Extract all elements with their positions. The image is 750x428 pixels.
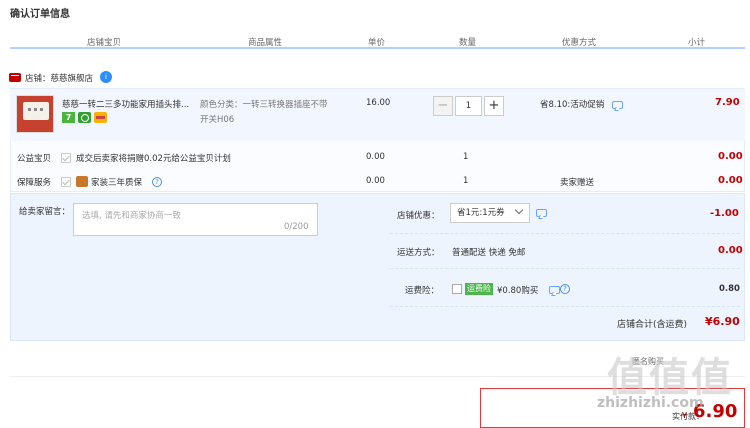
message-placeholder: 选填, 请先和商家协商一致	[82, 211, 181, 221]
guarantee-checkbox[interactable]	[61, 177, 71, 187]
watermark-site: zhizhizhi.com	[597, 395, 704, 411]
column-header-promo: 优惠方式	[562, 38, 597, 48]
product-title-link[interactable]: 慈慈一转二三多功能家用插头排...	[62, 98, 197, 110]
charity-desc: 成交后卖家将捐赠0.02元给公益宝贝计划	[76, 154, 231, 164]
shop-icon	[9, 73, 21, 82]
guarantee-badge-icon	[78, 112, 91, 123]
charity-subtotal: 0.00	[718, 151, 743, 162]
coupon-info-icon[interactable]	[536, 209, 547, 217]
product-thumbnail[interactable]	[16, 95, 54, 133]
help-icon[interactable]: ?	[560, 284, 570, 294]
promo-text: 省8.10:活动促销	[540, 100, 605, 110]
shipping-amount: 0.00	[718, 245, 743, 256]
column-header-price: 单价	[368, 38, 386, 48]
guarantee-label: 保障服务	[17, 178, 52, 188]
item-row	[10, 88, 745, 141]
attr-line: 开关H06	[200, 115, 235, 125]
column-header-row: 店铺宝贝 商品属性 单价 数量 优惠方式 小计	[10, 33, 745, 49]
charity-qty: 1	[463, 152, 469, 162]
qty-plus-button[interactable]: +	[484, 96, 504, 116]
insurance-amount: 0.80	[719, 284, 740, 294]
insurance-label: 运费险：	[405, 286, 440, 296]
message-char-count: 0/200	[284, 222, 309, 232]
guarantee-subtotal: 0.00	[718, 175, 743, 186]
insurance-tag: 运费险	[465, 283, 493, 295]
item-subtotal: 7.90	[715, 97, 740, 108]
shop-discount-amount: -1.00	[710, 208, 739, 219]
shield-icon	[76, 176, 88, 187]
shipping-label: 运送方式：	[397, 248, 440, 258]
charity-checkbox[interactable]	[61, 153, 71, 163]
guarantee-qty: 1	[463, 176, 469, 186]
divider	[390, 306, 740, 307]
insurance-price: ¥0.80购买	[497, 286, 539, 296]
charity-price: 0.00	[366, 152, 385, 162]
unit-price: 16.00	[366, 98, 391, 108]
column-header-qty: 数量	[459, 38, 477, 48]
shop-total-amount: ¥6.90	[705, 315, 740, 328]
credit-card-icon	[94, 112, 107, 123]
insurance-info-icon[interactable]	[549, 286, 560, 294]
promo-info-icon[interactable]	[612, 101, 623, 109]
guarantee-desc: 家装三年质保	[91, 178, 143, 188]
insurance-checkbox[interactable]	[452, 284, 462, 294]
shop-discount-label: 店铺优惠：	[397, 211, 440, 221]
attr-line: 颜色分类：一转三转换器插座不带	[200, 100, 328, 110]
shipping-method: 普通配送 快递 免邮	[452, 248, 526, 258]
guarantee-promo: 卖家赠送	[560, 178, 595, 188]
guarantee-price: 0.00	[366, 176, 385, 186]
chat-seller-icon[interactable]: i	[100, 71, 112, 83]
column-header-subtotal: 小计	[688, 38, 706, 48]
page-title: 确认订单信息	[10, 9, 70, 20]
column-header-item: 店铺宝贝	[87, 38, 122, 48]
qty-minus-button[interactable]: −	[433, 96, 453, 116]
column-header-attr: 商品属性	[248, 38, 283, 48]
divider	[390, 268, 740, 269]
divider	[390, 233, 740, 234]
shop-name[interactable]: 店铺：慈慈旗舰店	[25, 72, 93, 84]
watermark: 值值值 zhizhizhi.com	[595, 345, 745, 415]
shop-total-label: 店铺合计(含运费)	[617, 320, 688, 330]
product-attributes: 颜色分类：一转三转换器插座不带 开关H06	[200, 98, 370, 128]
charity-label: 公益宝贝	[17, 154, 52, 164]
help-icon[interactable]: ?	[152, 177, 162, 187]
message-label: 给卖家留言：	[19, 207, 71, 217]
seven-day-return-icon: 7	[62, 112, 75, 123]
quantity-input[interactable]: 1	[455, 96, 482, 116]
